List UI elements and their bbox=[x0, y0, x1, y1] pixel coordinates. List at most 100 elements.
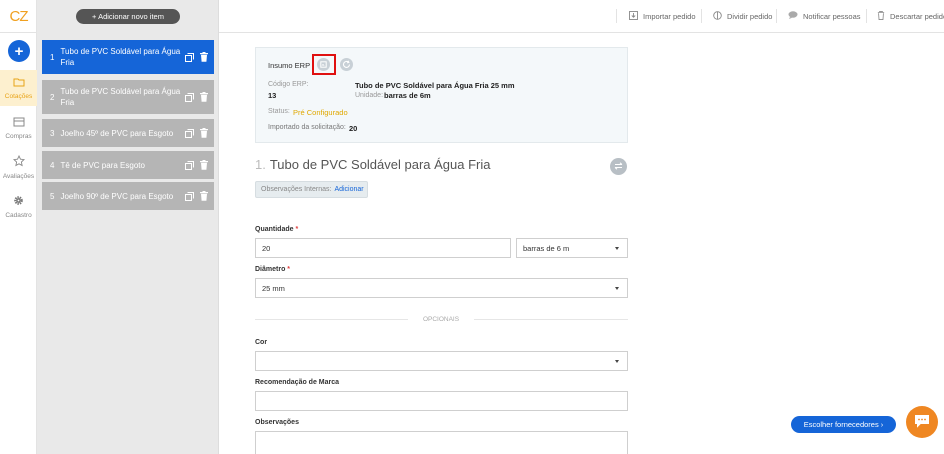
refresh-icon[interactable] bbox=[340, 58, 353, 71]
card-icon bbox=[13, 117, 25, 130]
item-name: Tê de PVC para Esgoto bbox=[60, 160, 145, 170]
erp-imported-key: Importado da solicitação: bbox=[268, 124, 346, 131]
diameter-label-text: Diâmetro bbox=[255, 266, 286, 273]
swap-icon bbox=[614, 161, 623, 172]
erp-unit-key: Unidade: bbox=[355, 92, 384, 99]
internal-notes-button[interactable]: Observações Internas: Adicionar bbox=[255, 181, 368, 198]
item-number: 3 bbox=[50, 128, 55, 138]
split-order-label: Dividir pedido bbox=[727, 12, 773, 21]
item-row-1[interactable]: 1 Tubo de PVC Soldável para Água Fria bbox=[42, 40, 214, 74]
caret-down-icon bbox=[615, 287, 619, 290]
import-order-button[interactable]: Importar pedido bbox=[629, 11, 696, 22]
duplicate-icon[interactable] bbox=[185, 191, 194, 201]
items-panel: + Adicionar novo item 1 Tubo de PVC Sold… bbox=[37, 0, 219, 454]
erp-description: Tubo de PVC Soldável para Água Fria 25 m… bbox=[355, 81, 515, 90]
trash-icon[interactable] bbox=[200, 160, 208, 170]
trash-icon[interactable] bbox=[200, 52, 208, 62]
item-name: Joelho 45º de PVC para Esgoto bbox=[60, 128, 174, 138]
observations-input[interactable] bbox=[255, 431, 628, 454]
caret-down-icon bbox=[615, 247, 619, 250]
notify-people-button[interactable]: Notificar pessoas bbox=[788, 11, 861, 21]
separator bbox=[776, 9, 777, 23]
brand-recommendation-input[interactable] bbox=[255, 391, 628, 411]
erp-input-label: Insumo ERP bbox=[268, 61, 311, 70]
rail-item-compras[interactable]: Compras bbox=[0, 110, 37, 146]
unit-select-value: barras de 6 m bbox=[523, 243, 570, 253]
rail-item-cadastro[interactable]: Cadastro bbox=[0, 189, 37, 225]
item-number: 1 bbox=[50, 52, 55, 62]
erp-imported-value: 20 bbox=[349, 124, 358, 133]
rail-item-label: Avaliações bbox=[2, 172, 35, 180]
item-number: 4 bbox=[50, 160, 55, 170]
item-row-2[interactable]: 2 Tubo de PVC Soldável para Água Fria bbox=[42, 80, 214, 114]
quantity-input[interactable]: 20 bbox=[255, 238, 511, 258]
erp-status-key: Status: bbox=[268, 108, 290, 115]
star-icon bbox=[12, 154, 25, 170]
rail-item-avaliacoes[interactable]: Avaliações bbox=[0, 149, 37, 185]
logo[interactable]: CZ bbox=[0, 0, 37, 33]
gear-icon bbox=[13, 195, 24, 209]
new-quote-button[interactable]: + bbox=[8, 40, 30, 62]
internal-notes-add-link[interactable]: Adicionar bbox=[334, 186, 363, 193]
erp-status-value: Pré Configurado bbox=[293, 108, 348, 117]
quantity-label-text: Quantidade bbox=[255, 226, 294, 233]
trash-icon[interactable] bbox=[200, 128, 208, 138]
separator bbox=[616, 9, 617, 23]
duplicate-icon[interactable] bbox=[185, 52, 194, 62]
rail-item-label: Compras bbox=[5, 132, 32, 140]
discard-order-label: Descartar pedido bbox=[890, 12, 944, 21]
rail-item-label: Cadastro bbox=[5, 212, 32, 219]
item-row-4[interactable]: 4 Tê de PVC para Esgoto bbox=[42, 151, 214, 179]
erp-code-key: Código ERP: bbox=[268, 81, 309, 88]
item-name: Tubo de PVC Soldável para Água Fria bbox=[60, 47, 181, 67]
item-name: Joelho 90º de PVC para Esgoto bbox=[60, 191, 174, 201]
brand-recommendation-label: Recomendação de Marca bbox=[255, 379, 340, 386]
item-title-number: 1. bbox=[255, 157, 266, 172]
quantity-value: 20 bbox=[262, 243, 271, 253]
duplicate-icon[interactable] bbox=[185, 92, 194, 102]
import-order-label: Importar pedido bbox=[643, 12, 696, 21]
observations-label: Observações bbox=[255, 419, 299, 426]
erp-unit-value: barras de 6m bbox=[384, 91, 431, 100]
diameter-select[interactable]: 25 mm bbox=[255, 278, 628, 298]
caret-down-icon bbox=[615, 360, 619, 363]
rail-item-label: Cotações bbox=[4, 92, 33, 100]
separator bbox=[866, 9, 867, 23]
item-row-3[interactable]: 3 Joelho 45º de PVC para Esgoto bbox=[42, 119, 214, 147]
separator bbox=[701, 9, 702, 23]
duplicate-icon[interactable] bbox=[185, 160, 194, 170]
quantity-label: Quantidade * bbox=[255, 226, 298, 233]
item-title: 1. Tubo de PVC Soldável para Água Fria bbox=[255, 157, 491, 172]
item-number: 2 bbox=[50, 92, 55, 102]
chat-button[interactable] bbox=[906, 406, 938, 438]
folder-icon bbox=[13, 77, 25, 90]
optional-section-label: OPCIONAIS bbox=[408, 313, 474, 326]
item-number: 5 bbox=[50, 191, 55, 201]
highlight-box bbox=[312, 54, 336, 75]
discard-order-button[interactable]: Descartar pedido bbox=[877, 11, 944, 22]
import-icon bbox=[629, 11, 638, 22]
split-icon bbox=[713, 11, 722, 22]
unit-select[interactable]: barras de 6 m bbox=[516, 238, 628, 258]
left-rail: CZ + Cotações Compras Avaliações Cadastr… bbox=[0, 0, 37, 454]
duplicate-icon[interactable] bbox=[185, 128, 194, 138]
item-row-5[interactable]: 5 Joelho 90º de PVC para Esgoto bbox=[42, 182, 214, 210]
swap-item-button[interactable] bbox=[610, 158, 627, 175]
required-mark: * bbox=[295, 226, 299, 233]
color-select[interactable] bbox=[255, 351, 628, 371]
erp-code-value: 13 bbox=[268, 91, 277, 100]
item-name: Tubo de PVC Soldável para Água Fria bbox=[60, 87, 181, 107]
top-bar: Importar pedido Dividir pedido Notificar… bbox=[219, 0, 944, 33]
notify-people-label: Notificar pessoas bbox=[803, 11, 861, 21]
trash-icon bbox=[877, 11, 885, 22]
internal-notes-label: Observações Internas: bbox=[261, 186, 332, 193]
trash-icon[interactable] bbox=[200, 92, 208, 102]
rail-item-cotacoes[interactable]: Cotações bbox=[0, 70, 37, 106]
split-order-button[interactable]: Dividir pedido bbox=[713, 11, 772, 22]
trash-icon[interactable] bbox=[200, 191, 208, 201]
add-item-button[interactable]: + Adicionar novo item bbox=[76, 9, 180, 24]
chat-icon bbox=[914, 414, 930, 430]
erp-input-card: Insumo ERP Código ERP: 13 Tubo de PVC So… bbox=[255, 47, 628, 143]
required-mark: * bbox=[287, 266, 291, 273]
choose-suppliers-button[interactable]: Escolher fornecedores › bbox=[791, 416, 896, 433]
